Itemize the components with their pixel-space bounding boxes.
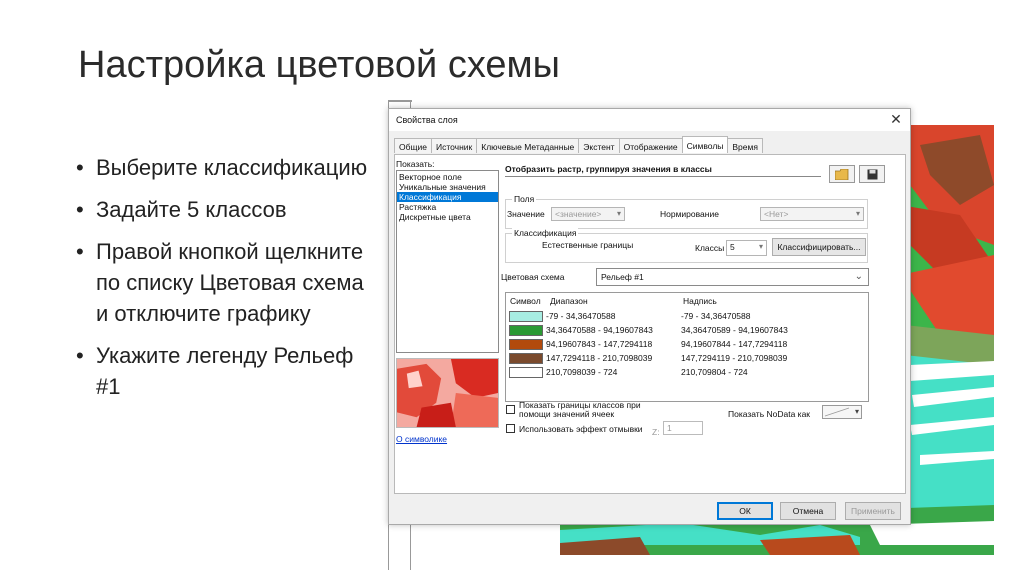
folder-icon [835, 168, 849, 180]
tab-display[interactable]: Отображение [618, 138, 683, 153]
table-row[interactable]: 94,19607843 - 147,7294118 94,19607844 - … [506, 338, 868, 351]
tab-source[interactable]: Источник [430, 138, 478, 153]
classes-select[interactable]: 5 ▾ [726, 240, 767, 256]
class-color-swatch[interactable] [509, 367, 543, 378]
color-ramp-text: Рельеф #1 [601, 272, 644, 282]
column-header-symbol[interactable]: Символ [510, 296, 541, 306]
renderer-preview-image [396, 358, 499, 428]
class-color-swatch[interactable] [509, 325, 543, 336]
table-row[interactable]: 210,7098039 - 724 210,709804 - 724 [506, 366, 868, 379]
classification-method: Естественные границы [542, 240, 634, 250]
bullet-item: Задайте 5 классов [76, 194, 376, 225]
value-label: Значение [507, 209, 545, 219]
ok-button[interactable]: ОК [717, 502, 773, 520]
class-range: 94,19607843 - 147,7294118 [546, 339, 653, 349]
chevron-down-icon: ▾ [758, 242, 763, 251]
layer-properties-dialog: Свойства слоя ✕ Общие Источник Ключевые … [388, 108, 911, 525]
class-range: 34,36470588 - 94,19607843 [546, 325, 653, 335]
class-label: 210,709804 - 724 [681, 367, 748, 377]
z-factor-input[interactable]: 1 [663, 421, 703, 435]
open-folder-button[interactable] [829, 165, 855, 183]
list-item[interactable]: Дискретные цвета [397, 212, 498, 222]
tab-general[interactable]: Общие [394, 138, 432, 153]
class-range: 147,7294118 - 210,7098039 [546, 353, 653, 363]
table-row[interactable]: 147,7294118 - 210,7098039 147,7294119 - … [506, 352, 868, 365]
color-ramp-select[interactable]: Рельеф #1 ⌄ [596, 268, 869, 286]
list-item[interactable]: Классификация [397, 192, 498, 202]
save-button[interactable] [859, 165, 885, 183]
normalization-select-text: <Нет> [764, 209, 789, 219]
class-color-swatch[interactable] [509, 339, 543, 350]
classes-label: Классы [695, 243, 725, 253]
chevron-down-icon: ▾ [854, 407, 859, 416]
class-range: 210,7098039 - 724 [546, 367, 618, 377]
about-symbology-link[interactable]: О символике [396, 434, 447, 444]
renderer-list[interactable]: Векторное поле Уникальные значения Класс… [396, 170, 499, 353]
show-class-breaks-checkbox[interactable] [506, 405, 515, 414]
list-item[interactable]: Уникальные значения [397, 182, 498, 192]
column-header-range[interactable]: Диапазон [550, 296, 588, 306]
tab-extent[interactable]: Экстент [578, 138, 620, 153]
dialog-title: Свойства слоя [396, 115, 458, 125]
bullet-item: Правой кнопкой щелкните по списку Цветов… [76, 236, 376, 329]
class-color-swatch[interactable] [509, 353, 543, 364]
classification-group-label: Классификация [512, 228, 579, 238]
list-item[interactable]: Векторное поле [397, 172, 498, 182]
chevron-down-icon: ▾ [616, 209, 621, 218]
color-ramp-label: Цветовая схема [501, 272, 565, 282]
dialog-title-bar[interactable]: Свойства слоя ✕ [389, 109, 910, 131]
save-icon [867, 169, 877, 179]
tab-bar: Общие Источник Ключевые Метаданные Эксте… [394, 136, 763, 154]
bullet-item: Выберите классификацию [76, 152, 376, 183]
slide-title: Настройка цветовой схемы [78, 44, 560, 86]
z-factor-label: Z: [652, 427, 660, 437]
chevron-down-icon: ⌄ [854, 271, 863, 282]
tab-symbology[interactable]: Символы [681, 136, 729, 153]
class-label: 34,36470589 - 94,19607843 [681, 325, 788, 335]
cancel-button[interactable]: Отмена [780, 502, 836, 520]
list-item[interactable]: Растяжка [397, 202, 498, 212]
close-icon[interactable]: ✕ [888, 111, 904, 127]
tab-metadata[interactable]: Ключевые Метаданные [476, 138, 580, 153]
class-label: 94,19607844 - 147,7294118 [681, 339, 788, 349]
table-row[interactable]: 34,36470588 - 94,19607843 34,36470589 - … [506, 324, 868, 337]
hillshade-label: Использовать эффект отмывки [519, 424, 643, 434]
hillshade-checkbox[interactable] [506, 424, 515, 433]
classes-select-text: 5 [730, 242, 735, 252]
normalization-label: Нормирование [660, 209, 719, 219]
normalization-select[interactable]: <Нет> ▾ [760, 207, 864, 221]
fields-group-label: Поля [512, 194, 537, 204]
class-label: 147,7294119 - 210,7098039 [681, 353, 788, 363]
class-color-swatch[interactable] [509, 311, 543, 322]
show-class-breaks-label: Показать границы классов при помощи знач… [519, 400, 641, 419]
nodata-swatch-icon [824, 407, 850, 417]
show-label: Показать: [396, 159, 435, 169]
bullet-list: Выберите классификацию Задайте 5 классов… [76, 152, 376, 413]
tab-time[interactable]: Время [727, 138, 763, 153]
column-header-label[interactable]: Надпись [683, 296, 717, 306]
value-select-text: <значение> [555, 209, 602, 219]
renderer-heading: Отобразить растр, группируя значения в к… [505, 164, 821, 177]
class-range: -79 - 34,36470588 [546, 311, 616, 321]
nodata-color-button[interactable]: ▾ [822, 405, 862, 419]
apply-button[interactable]: Применить [845, 502, 901, 520]
bullet-item: Укажите легенду Рельеф #1 [76, 340, 376, 402]
classes-table[interactable]: Символ Диапазон Надпись -79 - 34,3647058… [505, 292, 869, 402]
classify-button[interactable]: Классифицировать... [772, 238, 866, 256]
chevron-down-icon: ▾ [855, 209, 860, 218]
class-label: -79 - 34,36470588 [681, 311, 751, 321]
nodata-label: Показать NoData как [728, 409, 811, 419]
value-select[interactable]: <значение> ▾ [551, 207, 625, 221]
table-row[interactable]: -79 - 34,36470588 -79 - 34,36470588 [506, 310, 868, 323]
